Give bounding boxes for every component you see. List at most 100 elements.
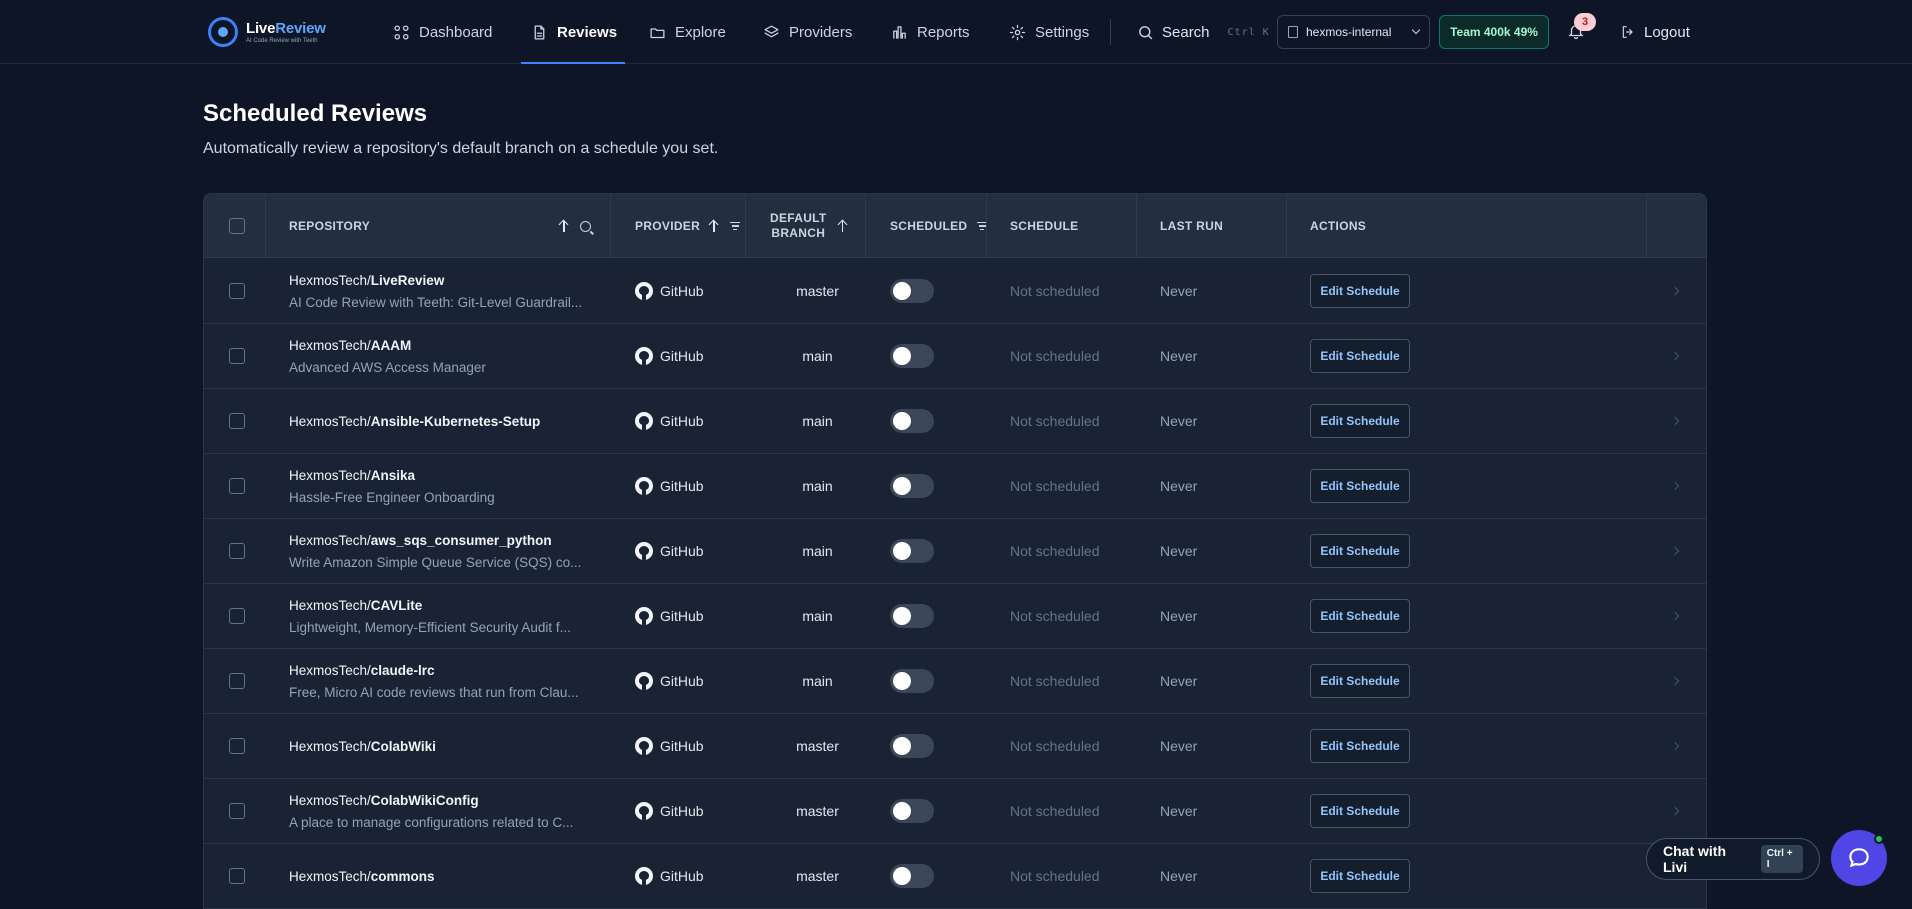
provider-cell: GitHub [635, 714, 704, 778]
edit-schedule-button[interactable]: Edit Schedule [1310, 794, 1410, 828]
row-select-checkbox[interactable] [229, 413, 245, 429]
row-select-checkbox[interactable] [229, 868, 245, 884]
edit-schedule-button[interactable]: Edit Schedule [1310, 664, 1410, 698]
scheduled-toggle[interactable] [890, 539, 934, 563]
row-select-checkbox[interactable] [229, 283, 245, 299]
page-title: Scheduled Reviews [203, 100, 428, 127]
chevron-right-icon[interactable] [1670, 286, 1680, 296]
repo-name[interactable]: HexmosTech/ColabWikiConfig [289, 793, 479, 808]
column-schedule: SCHEDULE [1010, 219, 1079, 233]
nav-providers[interactable]: Providers [763, 0, 852, 64]
row-select-checkbox[interactable] [229, 348, 245, 364]
schedule-value: Not scheduled [1010, 543, 1100, 559]
search-shortcut-hint: Ctrl K [1227, 26, 1270, 38]
table-row[interactable]: HexmosTech/Ansible-Kubernetes-Setup GitH… [204, 389, 1706, 454]
row-select-checkbox[interactable] [229, 673, 245, 689]
repo-name[interactable]: HexmosTech/LiveReview [289, 273, 444, 288]
org-selector[interactable]: hexmos-internal [1277, 15, 1430, 49]
nav-explore[interactable]: Explore [649, 0, 726, 64]
provider-cell: GitHub [635, 584, 704, 648]
row-select-checkbox[interactable] [229, 738, 245, 754]
scheduled-toggle[interactable] [890, 799, 934, 823]
repo-cell: HexmosTech/LiveReview AI Code Review wit… [289, 259, 609, 323]
column-default-branch[interactable]: DEFAULT BRANCH [770, 194, 849, 258]
filter-icon[interactable] [730, 221, 741, 231]
repo-name[interactable]: HexmosTech/Ansible-Kubernetes-Setup [289, 414, 540, 429]
table-row[interactable]: HexmosTech/CAVLite Lightweight, Memory-E… [204, 584, 1706, 649]
repo-name[interactable]: HexmosTech/Ansika [289, 468, 415, 483]
sort-asc-icon[interactable] [558, 219, 570, 233]
edit-schedule-button[interactable]: Edit Schedule [1310, 469, 1410, 503]
schedule-value: Not scheduled [1010, 413, 1100, 429]
column-repository[interactable]: REPOSITORY [289, 194, 609, 258]
row-select-checkbox[interactable] [229, 608, 245, 624]
scheduled-toggle[interactable] [890, 409, 934, 433]
chevron-right-icon[interactable] [1670, 806, 1680, 816]
repo-cell: HexmosTech/claude-lrc Free, Micro AI cod… [289, 649, 609, 713]
table-row[interactable]: HexmosTech/commons GitHub master Not sch… [204, 844, 1706, 908]
row-select-checkbox[interactable] [229, 478, 245, 494]
default-branch: main [802, 348, 833, 364]
app-logo[interactable]: LiveReview AI Code Review with Teeth [208, 17, 326, 47]
nav-settings[interactable]: Settings [1009, 0, 1089, 64]
search-trigger[interactable]: Search Ctrl K [1137, 0, 1270, 64]
chevron-right-icon[interactable] [1670, 741, 1680, 751]
repo-name[interactable]: HexmosTech/claude-lrc [289, 663, 435, 678]
table-row[interactable]: HexmosTech/LiveReview AI Code Review wit… [204, 259, 1706, 324]
column-provider[interactable]: PROVIDER [635, 194, 741, 258]
chevron-right-icon[interactable] [1670, 481, 1680, 491]
scheduled-toggle[interactable] [890, 344, 934, 368]
chat-with-livi-button[interactable]: Chat with Livi Ctrl + I [1646, 838, 1820, 880]
repo-name[interactable]: HexmosTech/ColabWiki [289, 739, 436, 754]
default-branch: main [802, 673, 833, 689]
table-row[interactable]: HexmosTech/Ansika Hassle-Free Engineer O… [204, 454, 1706, 519]
nav-reports[interactable]: Reports [891, 0, 970, 64]
edit-schedule-button[interactable]: Edit Schedule [1310, 404, 1410, 438]
repo-name[interactable]: HexmosTech/CAVLite [289, 598, 422, 613]
scheduled-toggle[interactable] [890, 669, 934, 693]
chevron-right-icon[interactable] [1670, 676, 1680, 686]
layers-icon [764, 24, 779, 37]
table-row[interactable]: HexmosTech/ColabWiki GitHub master Not s… [204, 714, 1706, 779]
row-select-checkbox[interactable] [229, 543, 245, 559]
logo-tagline: AI Code Review with Teeth [246, 38, 318, 44]
table-row[interactable]: HexmosTech/claude-lrc Free, Micro AI cod… [204, 649, 1706, 714]
scheduled-toggle[interactable] [890, 734, 934, 758]
sort-asc-icon[interactable] [837, 219, 849, 233]
github-icon [635, 607, 653, 625]
chevron-right-icon[interactable] [1670, 611, 1680, 621]
column-scheduled[interactable]: SCHEDULED [890, 194, 988, 258]
table-row[interactable]: HexmosTech/aws_sqs_consumer_python Write… [204, 519, 1706, 584]
schedule-value: Not scheduled [1010, 868, 1100, 884]
sort-asc-icon[interactable] [708, 219, 720, 233]
edit-schedule-button[interactable]: Edit Schedule [1310, 274, 1410, 308]
default-branch: main [802, 543, 833, 559]
chevron-right-icon[interactable] [1670, 351, 1680, 361]
repo-name[interactable]: HexmosTech/commons [289, 869, 435, 884]
nav-reviews[interactable]: Reviews [520, 0, 626, 64]
scheduled-toggle[interactable] [890, 864, 934, 888]
table-row[interactable]: HexmosTech/AAAM Advanced AWS Access Mana… [204, 324, 1706, 389]
edit-schedule-button[interactable]: Edit Schedule [1310, 599, 1410, 633]
edit-schedule-button[interactable]: Edit Schedule [1310, 534, 1410, 568]
repo-name[interactable]: HexmosTech/AAAM [289, 338, 411, 353]
scheduled-toggle[interactable] [890, 604, 934, 628]
bar-chart-icon [893, 25, 906, 39]
logout-button[interactable]: Logout [1620, 0, 1690, 64]
online-status-dot [1874, 834, 1884, 844]
select-all-checkbox[interactable] [229, 218, 245, 234]
chevron-right-icon[interactable] [1670, 416, 1680, 426]
edit-schedule-button[interactable]: Edit Schedule [1310, 859, 1410, 893]
edit-schedule-button[interactable]: Edit Schedule [1310, 729, 1410, 763]
repo-description: Write Amazon Simple Queue Service (SQS) … [289, 554, 582, 570]
edit-schedule-button[interactable]: Edit Schedule [1310, 339, 1410, 373]
row-select-checkbox[interactable] [229, 803, 245, 819]
nav-dashboard[interactable]: Dashboard [393, 0, 492, 64]
table-row[interactable]: HexmosTech/ColabWikiConfig A place to ma… [204, 779, 1706, 844]
scheduled-toggle[interactable] [890, 474, 934, 498]
repo-name[interactable]: HexmosTech/aws_sqs_consumer_python [289, 533, 552, 548]
plan-usage-badge[interactable]: Team 400k 49% [1439, 15, 1549, 49]
scheduled-toggle[interactable] [890, 279, 934, 303]
chevron-right-icon[interactable] [1670, 546, 1680, 556]
column-search-icon[interactable] [580, 220, 591, 232]
